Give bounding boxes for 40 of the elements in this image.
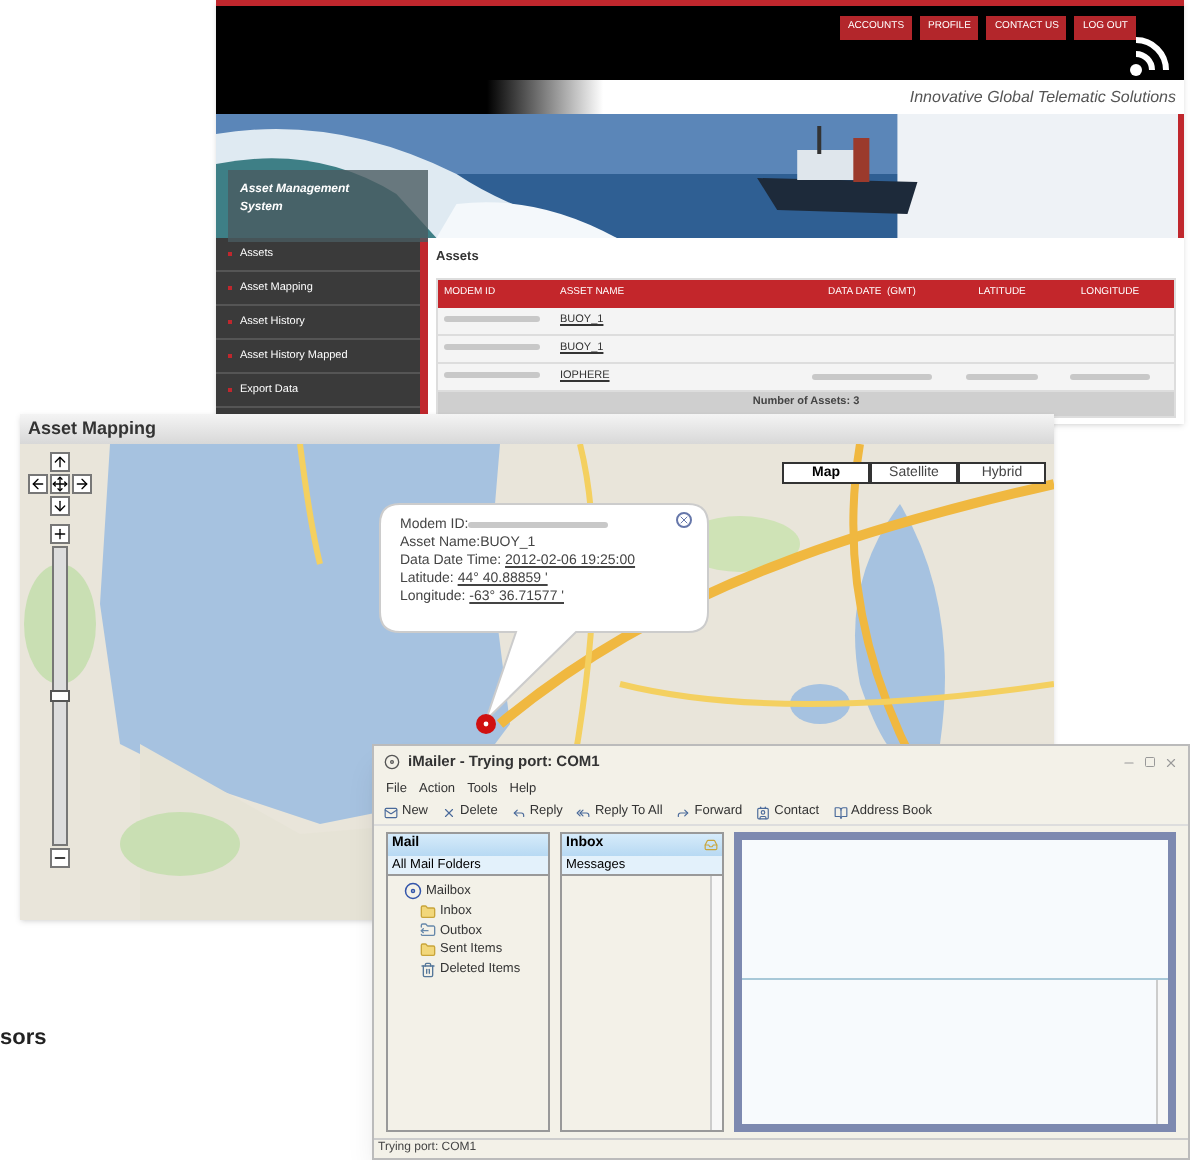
- map-marker-icon: [476, 714, 496, 734]
- zoom-out-button[interactable]: [50, 848, 70, 868]
- scrollbar[interactable]: [710, 876, 722, 1130]
- tagline: Innovative Global Telematic Solutions: [909, 85, 1176, 109]
- arrow-right-icon: [74, 476, 90, 492]
- scrollbar[interactable]: [1156, 980, 1168, 1124]
- plus-icon: [52, 526, 68, 542]
- pan-right-button[interactable]: [72, 474, 92, 494]
- redacted-bar: [966, 374, 1038, 380]
- move-icon: [52, 476, 68, 492]
- book-icon: [833, 805, 848, 819]
- outbox-icon: [420, 922, 436, 939]
- forward-icon: [676, 805, 691, 819]
- arrow-up-icon: [52, 454, 68, 470]
- arrow-left-icon: [30, 476, 46, 492]
- redacted-bar: [444, 344, 540, 351]
- reply-icon: [511, 805, 526, 819]
- redacted-bar: [444, 372, 540, 379]
- delete-icon: [442, 805, 457, 819]
- zoom-in-button[interactable]: [50, 524, 70, 544]
- close-icon: [678, 514, 690, 526]
- redacted-bar: [444, 316, 540, 323]
- app-icon: [384, 754, 400, 770]
- mailbox-icon: [404, 882, 422, 901]
- zoom-slider[interactable]: [52, 546, 68, 846]
- window-title: Asset Mapping: [28, 415, 157, 442]
- zoom-slider-thumb[interactable]: [50, 690, 70, 702]
- trash-icon: [420, 961, 436, 978]
- pan-up-button[interactable]: [50, 452, 70, 472]
- pan-center-button[interactable]: [50, 474, 70, 494]
- caption-text: sors: [0, 1024, 47, 1054]
- redacted-bar: [1070, 374, 1150, 380]
- pan-down-button[interactable]: [50, 496, 70, 516]
- arrow-down-icon: [52, 498, 68, 514]
- close-button[interactable]: [676, 512, 692, 528]
- envelope-icon: [384, 805, 398, 819]
- pan-left-button[interactable]: [28, 474, 48, 494]
- redacted-bar: [812, 374, 932, 380]
- reply-all-icon: [576, 805, 591, 819]
- contact-card-icon: [756, 805, 771, 819]
